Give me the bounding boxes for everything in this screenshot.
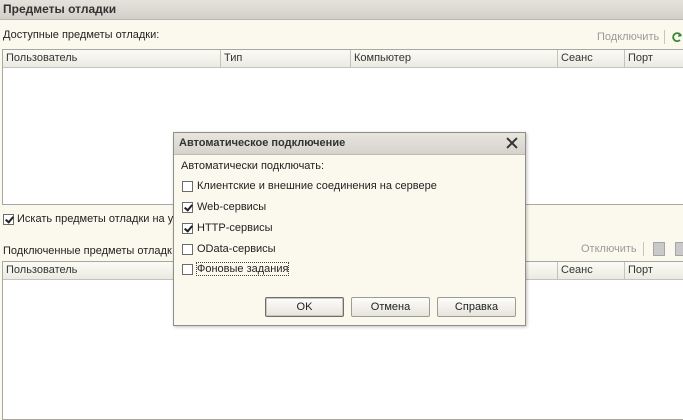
search-checkbox-label: Искать предметы отладки на у bbox=[17, 213, 174, 225]
search-checkbox[interactable] bbox=[3, 214, 14, 225]
column-header-port[interactable]: Порт bbox=[625, 262, 683, 279]
column-header-computer[interactable]: Компьютер bbox=[351, 50, 558, 67]
cancel-button[interactable]: Отмена bbox=[351, 297, 430, 317]
option-checkbox-odata-services[interactable] bbox=[182, 244, 193, 255]
close-icon[interactable] bbox=[505, 136, 519, 150]
toolbar-separator bbox=[643, 242, 644, 256]
dialog-title-bar: Автоматическое подключение bbox=[174, 133, 525, 155]
connect-button[interactable]: Подключить bbox=[597, 31, 659, 43]
column-header-port[interactable]: Порт bbox=[625, 50, 683, 67]
column-header-type[interactable]: Тип bbox=[221, 50, 351, 67]
option-checkbox-background-jobs[interactable] bbox=[182, 264, 193, 275]
column-header-session[interactable]: Сеанс bbox=[558, 262, 625, 279]
window-title-bar: Предметы отладки bbox=[0, 0, 683, 20]
column-header-user[interactable]: Пользователь bbox=[3, 50, 221, 67]
table-header: Пользователь Тип Компьютер Сеанс Порт bbox=[3, 50, 683, 68]
dialog-title: Автоматическое подключение bbox=[179, 137, 346, 149]
available-items-label: Доступные предметы отладки: bbox=[3, 29, 160, 41]
auto-connect-dialog: Автоматическое подключение Автоматически… bbox=[173, 132, 526, 326]
help-button[interactable]: Справка bbox=[437, 297, 516, 317]
option-checkbox-web-services[interactable] bbox=[182, 202, 193, 213]
option-label-client-connections: Клиентские и внешние соединения на серве… bbox=[197, 180, 437, 192]
ok-button[interactable]: OK bbox=[265, 297, 344, 317]
option-label-odata-services: OData-сервисы bbox=[197, 243, 276, 255]
dialog-prompt: Автоматически подключать: bbox=[181, 160, 324, 172]
option-checkbox-http-services[interactable] bbox=[182, 223, 193, 234]
refresh-icon[interactable] bbox=[671, 31, 683, 43]
window-title: Предметы отладки bbox=[3, 2, 117, 16]
option-label-background-jobs: Фоновые задания bbox=[195, 262, 290, 276]
disconnect-button[interactable]: Отключить bbox=[581, 243, 637, 255]
option-label-web-services: Web-сервисы bbox=[197, 201, 267, 213]
table-icon[interactable] bbox=[675, 242, 683, 256]
column-header-session[interactable]: Сеанс bbox=[558, 50, 625, 67]
toolbar-separator bbox=[664, 30, 665, 44]
option-label-http-services: HTTP-сервисы bbox=[197, 222, 273, 234]
copy-icon[interactable] bbox=[653, 242, 665, 256]
connected-items-label: Подключенные предметы отладк bbox=[3, 245, 172, 257]
option-checkbox-client-connections[interactable] bbox=[182, 181, 193, 192]
